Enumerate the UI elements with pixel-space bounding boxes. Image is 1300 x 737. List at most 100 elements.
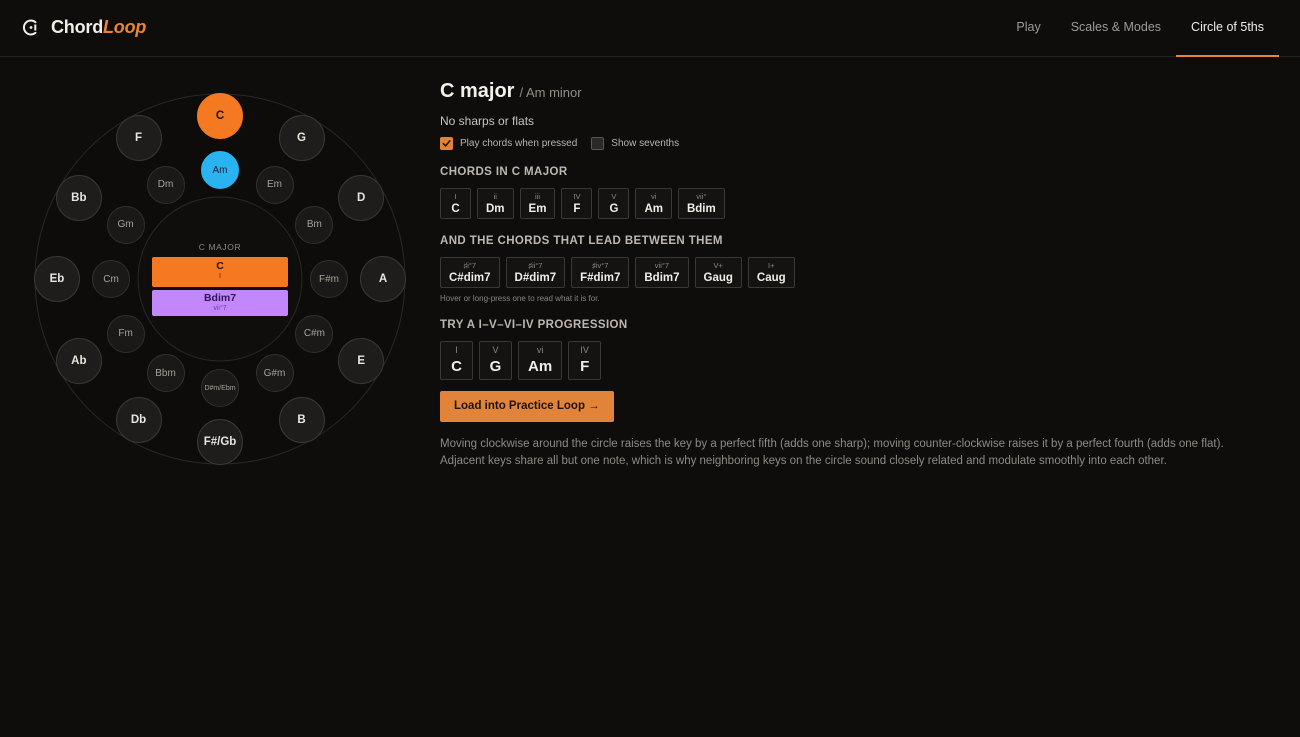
passing-roman: V+ <box>713 261 723 270</box>
major-key-5[interactable]: B <box>278 397 325 444</box>
progression-section-title: TRY A I–V–VI–IV PROGRESSION <box>440 319 628 331</box>
passing-chord: D#dim7 <box>514 272 557 284</box>
diatonic-chord: Am <box>644 203 663 215</box>
diatonic-chip-4[interactable]: VG <box>598 188 630 219</box>
app-logo[interactable]: ChordLoop <box>22 17 146 38</box>
circle-description: Moving clockwise around the circle raise… <box>440 438 1224 467</box>
minor-key-3[interactable]: F#m <box>310 260 348 298</box>
passing-roman: ♯i°7 <box>463 261 477 270</box>
major-key-2[interactable]: D <box>338 174 385 221</box>
passing-chip-5[interactable]: I+ Caug <box>747 257 795 288</box>
passing-chord: C#dim7 <box>449 272 491 284</box>
minor-key-8[interactable]: Fm <box>106 314 145 353</box>
diatonic-section-title: CHORDS IN C MAJOR <box>440 166 568 178</box>
major-key-7[interactable]: Db <box>115 397 162 444</box>
load-practice-loop-button[interactable]: Load into Practice Loop → <box>440 391 614 422</box>
major-key-11[interactable]: F <box>115 114 162 161</box>
play-chords-label: Play chords when pressed <box>460 138 578 149</box>
nav-play[interactable]: Play <box>1001 0 1055 57</box>
passing-chord: Caug <box>756 272 786 284</box>
minor-key-1[interactable]: Em <box>255 165 294 204</box>
show-sevenths-label: Show sevenths <box>611 138 680 149</box>
diatonic-chord: Bdim <box>686 203 716 215</box>
progression-roman: V <box>492 345 499 355</box>
major-key-3[interactable]: A <box>360 256 406 302</box>
relative-minor-name: / Am minor <box>519 85 582 100</box>
progression-chord: Am <box>528 358 553 375</box>
check-icon <box>442 140 451 147</box>
passing-roman: ♯ii°7 <box>528 261 543 270</box>
diatonic-chord: C <box>451 203 460 215</box>
loop-icon <box>22 18 41 37</box>
diatonic-chip-2[interactable]: iii Em <box>519 188 556 219</box>
major-key-9[interactable]: Eb <box>34 256 80 302</box>
major-key-4[interactable]: E <box>338 337 385 384</box>
minor-key-10[interactable]: Gm <box>106 205 145 244</box>
nav-circle-of-fifths[interactable]: Circle of 5ths <box>1176 0 1279 57</box>
major-key-0[interactable]: C <box>197 93 243 139</box>
diatonic-chord: Em <box>528 203 547 215</box>
options-row: Play chords when pressed Show sevenths <box>440 137 1270 150</box>
progression-roman: IV <box>580 345 589 355</box>
center-dim-chord[interactable]: Bdim7 vii°7 <box>152 290 288 316</box>
progression-chord: C <box>451 358 462 375</box>
minor-key-6[interactable]: D#m/Ebm <box>201 369 239 407</box>
diatonic-roman: vii° <box>696 192 707 201</box>
app-header: ChordLoop Play Scales & Modes Circle of … <box>0 0 1300 57</box>
diatonic-roman: ii <box>493 192 497 201</box>
show-sevenths-option[interactable]: Show sevenths <box>591 137 679 150</box>
diatonic-roman: vi <box>650 192 657 201</box>
play-chords-option[interactable]: Play chords when pressed <box>440 137 577 150</box>
center-tonic-chord[interactable]: C I <box>152 257 288 287</box>
minor-key-2[interactable]: Bm <box>295 205 334 244</box>
nav-scales-modes[interactable]: Scales & Modes <box>1056 0 1176 57</box>
circle-of-fifths: C G D A E B F#/Gb Db Ab Eb Bb F Am Em Bm F#m C#m G#m D#m/E… <box>33 93 407 465</box>
minor-key-9[interactable]: Cm <box>92 260 130 298</box>
progression-chip-2[interactable]: vi Am <box>518 341 563 380</box>
passing-chip-4[interactable]: V+ Gaug <box>694 257 742 288</box>
passing-chords: ♯i°7 C#dim7 ♯ii°7 D#dim7 ♯iv°7 F#dim7 vii°7 Bdi… <box>440 257 1270 288</box>
diatonic-chip-3[interactable]: IV F <box>561 188 593 219</box>
diatonic-chords: I C ii Dm iii Em IV F V G vi Am vii° Bdim <box>440 188 1270 219</box>
passing-chip-3[interactable]: vii°7 Bdim7 <box>635 257 689 288</box>
diatonic-chip-1[interactable]: ii Dm <box>477 188 514 219</box>
diatonic-roman: iii <box>534 192 540 201</box>
show-sevenths-checkbox[interactable] <box>591 137 605 150</box>
passing-chip-0[interactable]: ♯i°7 C#dim7 <box>440 257 500 288</box>
minor-key-11[interactable]: Dm <box>146 165 185 204</box>
passing-chord: Bdim7 <box>644 272 680 284</box>
play-chords-checkbox[interactable] <box>440 137 453 150</box>
diatonic-chip-0[interactable]: IC <box>440 188 471 219</box>
diatonic-chord: F <box>573 203 581 215</box>
progression-chip-1[interactable]: VG <box>479 341 512 380</box>
key-signature: No sharps or flats <box>440 114 535 128</box>
passing-section-title: AND THE CHORDS THAT LEAD BETWEEN THEM <box>440 235 723 247</box>
diatonic-chip-6[interactable]: vii° Bdim <box>677 188 725 219</box>
major-key-6[interactable]: F#/Gb <box>197 419 243 465</box>
progression-roman: vi <box>536 345 544 355</box>
center-key-label: C MAJOR <box>198 242 242 252</box>
passing-roman: ♯iv°7 <box>592 261 609 270</box>
minor-key-5[interactable]: G#m <box>255 354 294 393</box>
diatonic-chip-5[interactable]: vi Am <box>635 188 672 219</box>
minor-key-0[interactable]: Am <box>201 151 239 189</box>
minor-key-4[interactable]: C#m <box>295 314 334 353</box>
diatonic-roman: V <box>611 192 617 201</box>
diatonic-roman: IV <box>573 192 581 201</box>
progression-chip-3[interactable]: IV F <box>568 341 602 380</box>
minor-key-7[interactable]: Bbm <box>146 354 185 393</box>
progression-chord: F <box>580 358 590 375</box>
diatonic-chord: Dm <box>486 203 505 215</box>
main-nav: Play Scales & Modes Circle of 5ths <box>1001 0 1279 57</box>
major-key-10[interactable]: Bb <box>55 174 102 221</box>
progression-chords: I C V G vi Am IV F <box>440 341 1270 380</box>
passing-roman: vii°7 <box>654 261 670 270</box>
major-key-8[interactable]: Ab <box>55 337 102 384</box>
major-key-1[interactable]: G <box>278 114 325 161</box>
major-key-name: C major <box>440 80 515 102</box>
passing-chip-1[interactable]: ♯ii°7 D#dim7 <box>505 257 566 288</box>
passing-chord: Gaug <box>703 272 733 284</box>
progression-chip-0[interactable]: IC <box>440 341 473 380</box>
key-title: C major / Am minor <box>440 80 1270 110</box>
passing-chip-2[interactable]: ♯iv°7 F#dim7 <box>571 257 630 288</box>
